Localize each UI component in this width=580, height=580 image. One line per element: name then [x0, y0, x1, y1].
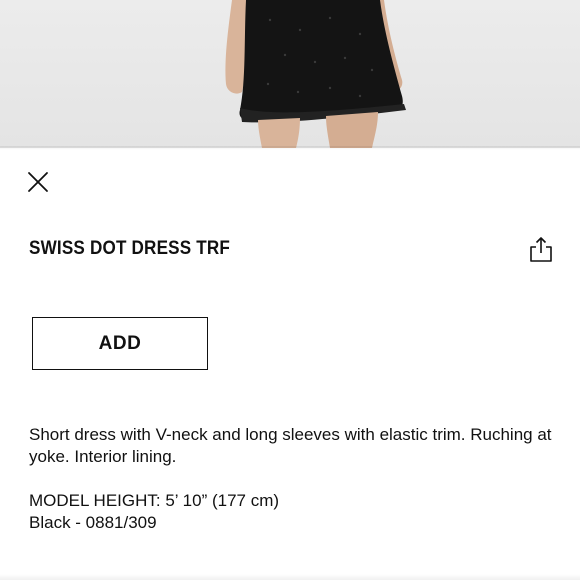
product-description: Short dress with V-neck and long sleeves…	[29, 424, 569, 468]
color-reference: Black - 0881/309	[29, 513, 157, 532]
model-height: MODEL HEIGHT: 5’ 10” (177 cm)	[29, 491, 280, 510]
product-detail-screen: SWISS DOT DRESS TRF ADD Short dress with…	[0, 0, 580, 580]
model-photo-illustration	[225, 0, 406, 148]
close-icon	[28, 172, 48, 192]
product-title: SWISS DOT DRESS TRF	[29, 238, 231, 259]
photo-divider	[0, 146, 580, 150]
share-icon	[530, 237, 552, 262]
product-meta: MODEL HEIGHT: 5’ 10” (177 cm) Black - 08…	[29, 490, 279, 534]
add-to-cart-button[interactable]: ADD	[32, 317, 208, 370]
description-text: Short dress with V-neck and long sleeves…	[29, 425, 552, 466]
product-image	[0, 0, 580, 148]
close-button[interactable]	[24, 168, 54, 198]
share-button[interactable]	[526, 235, 556, 265]
bottom-edge	[0, 574, 580, 580]
